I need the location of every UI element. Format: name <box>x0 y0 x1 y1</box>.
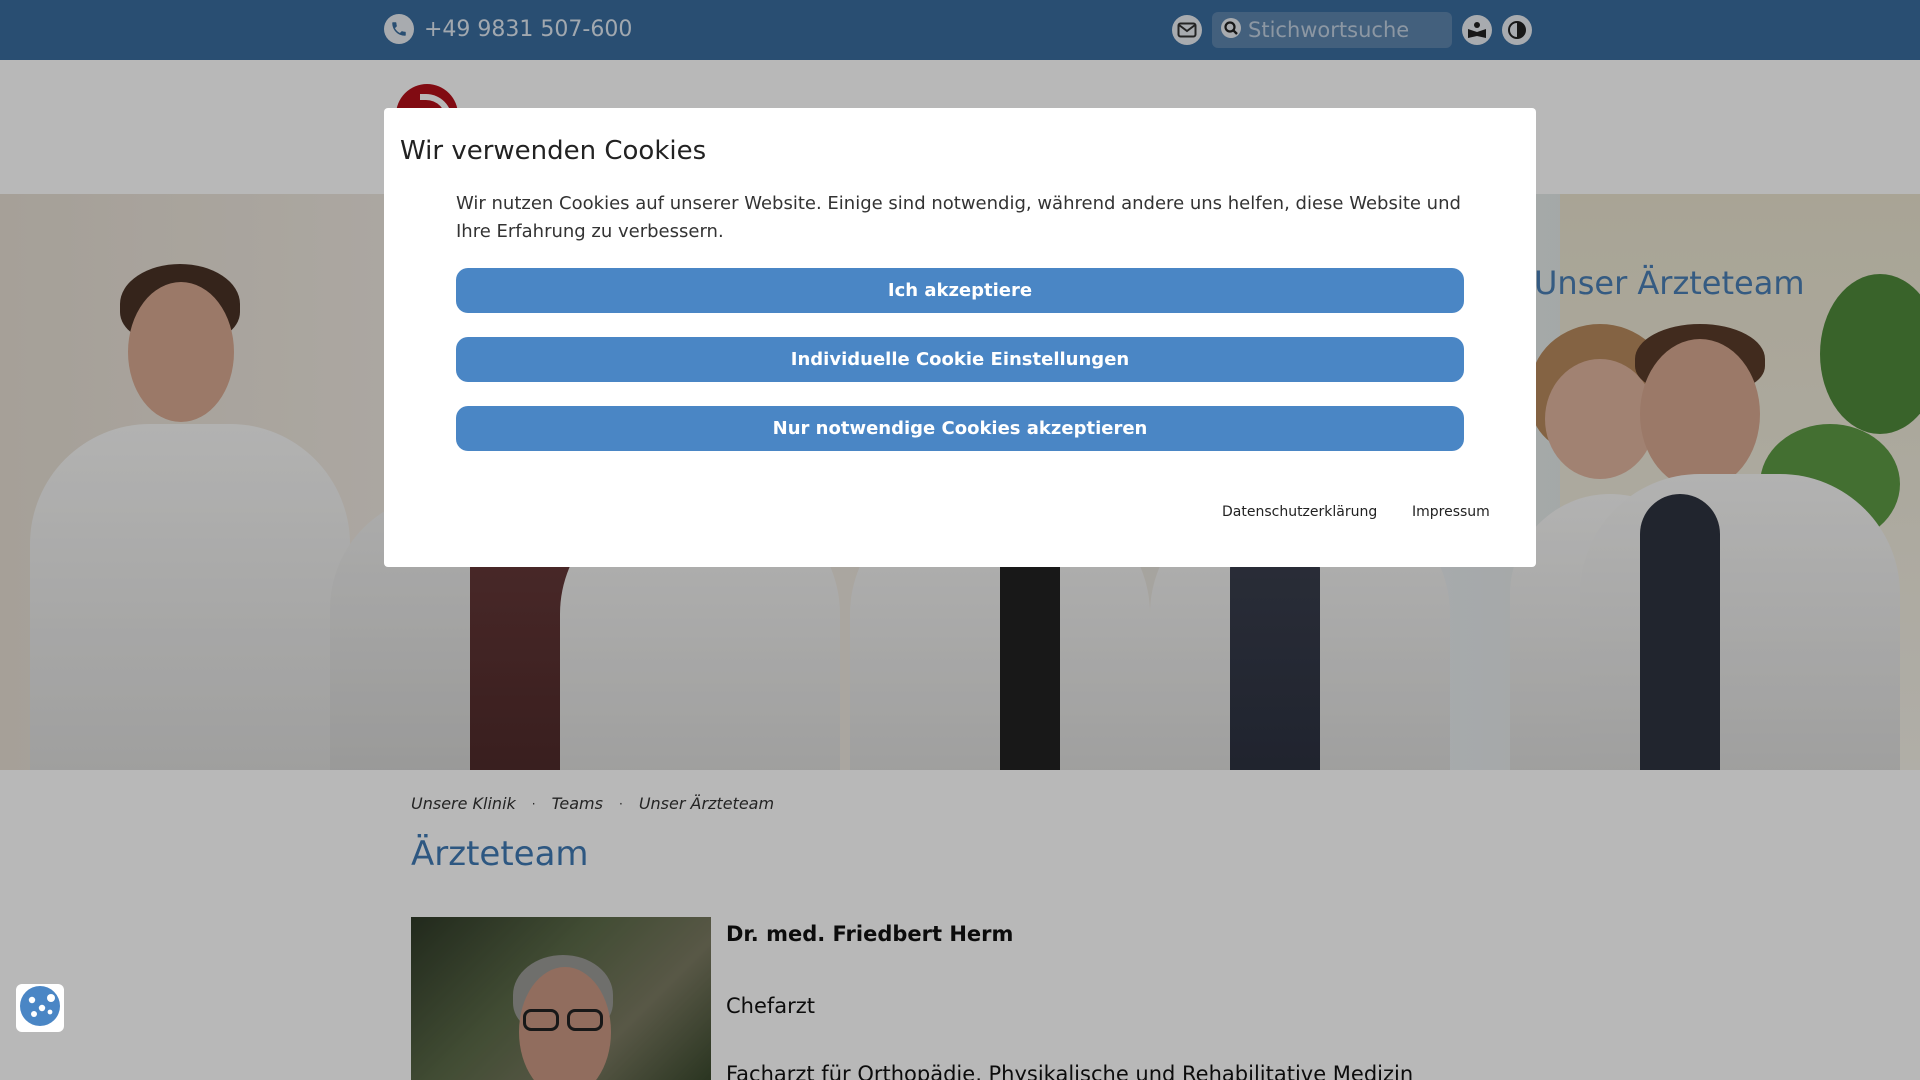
accept-all-button[interactable]: Ich akzeptiere <box>456 268 1464 313</box>
privacy-policy-link[interactable]: Datenschutzerklärung <box>1222 504 1377 520</box>
cookie-dialog-title: Wir verwenden Cookies <box>400 136 707 166</box>
cookie-dialog-text: Wir nutzen Cookies auf unserer Website. … <box>456 193 1461 242</box>
cookie-icon <box>18 984 62 1032</box>
individual-settings-button[interactable]: Individuelle Cookie Einstellungen <box>456 337 1464 382</box>
cookie-consent-dialog: Wir verwenden Cookies Wir nutzen Cookies… <box>384 108 1536 567</box>
imprint-link[interactable]: Impressum <box>1412 504 1490 520</box>
cookie-settings-button[interactable] <box>16 984 64 1032</box>
accept-necessary-button[interactable]: Nur notwendige Cookies akzeptieren <box>456 406 1464 451</box>
